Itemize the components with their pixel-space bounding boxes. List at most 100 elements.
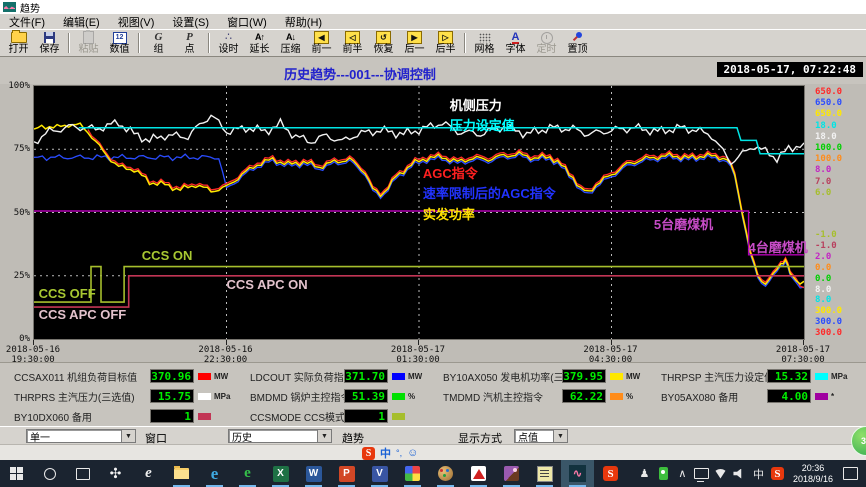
legend-tag-label: BY05AX080 备用 <box>661 389 767 404</box>
chevron-down-icon[interactable]: ▼ <box>553 430 567 442</box>
legend-item: BY10AX050 发电机功率(三 …379.95MW <box>443 368 648 384</box>
toolbar-button-恢复[interactable]: ↺恢复 <box>368 31 399 55</box>
sogou-tray-icon[interactable]: S <box>768 460 787 487</box>
toolbar-separator <box>68 33 70 53</box>
legend-unit-label: MPa <box>831 372 853 381</box>
toolbar-button-字体[interactable]: A字体 <box>500 31 531 55</box>
powerpoint-icon[interactable]: P <box>330 460 363 487</box>
sogou-app-icon[interactable]: S <box>594 460 627 487</box>
pinwheel-app-icon[interactable]: ✣ <box>99 460 132 487</box>
ime-punct-toggle[interactable]: °, <box>396 448 402 458</box>
tray-expand-icon[interactable]: ∧ <box>673 460 692 487</box>
ie-browser-icon[interactable]: e <box>132 460 165 487</box>
legend-item: THRPSP 主汽压力设定值15.32MPa <box>661 368 853 384</box>
right-scale-min: 300.0 <box>815 306 865 317</box>
excel-icon[interactable]: X <box>264 460 297 487</box>
mode-combo[interactable]: 单一 ▼ <box>26 429 136 443</box>
toolbar-button-置顶[interactable]: 置顶 <box>562 31 593 55</box>
trend-plot[interactable]: 机侧压力压力设定值AGC指令速率限制后的AGC指令实发功率5台磨煤机4台磨煤机C… <box>33 85 805 340</box>
chevron-down-icon[interactable]: ▼ <box>121 430 135 442</box>
legend-value-box: 62.22 <box>562 389 606 403</box>
menu-bar: 文件(F)编辑(E)视图(V)设置(S)窗口(W)帮助(H) <box>0 14 866 29</box>
chevron-down-icon[interactable]: ▼ <box>317 430 331 442</box>
toolbar-button-延长[interactable]: A↑延长 <box>244 31 275 55</box>
right-scale-min: -1.0 <box>815 241 865 252</box>
toolbar-button-前一[interactable]: ◀前一 <box>306 31 337 55</box>
legend-item: LDCOUT 实际负荷指令371.70MW <box>250 368 430 384</box>
toolbar-button-后一[interactable]: ▶后一 <box>399 31 430 55</box>
toolbar-button-定时: 定时 <box>531 31 562 55</box>
legend-item: THRPRS 主汽压力(三选值)15.75MPa <box>14 388 236 404</box>
menu-item-4[interactable]: 窗口(W) <box>218 14 276 30</box>
right-scale-max: 650.0 <box>815 87 865 98</box>
app-window: 趋势 文件(F)编辑(E)视图(V)设置(S)窗口(W)帮助(H) 打开保存粘贴… <box>0 0 866 487</box>
search-icon[interactable] <box>33 460 66 487</box>
menu-item-0[interactable]: 文件(F) <box>0 14 54 30</box>
toolbar-button-网格[interactable]: 网格 <box>469 31 500 55</box>
red-triangle-app-icon[interactable] <box>462 460 495 487</box>
visio-icon[interactable]: V <box>363 460 396 487</box>
start-button[interactable] <box>0 460 33 487</box>
plot-label-10: CCS APC OFF <box>39 307 127 322</box>
task-view-icon[interactable] <box>66 460 99 487</box>
ime-bar[interactable]: S 中 °, ☺ <box>362 446 418 460</box>
clock-time: 20:36 <box>793 463 833 474</box>
x-axis-date: 2018-05-16 <box>0 345 78 355</box>
paint-app-icon[interactable] <box>429 460 462 487</box>
toolbar-button-设时[interactable]: ∴设时 <box>213 31 244 55</box>
colorful-app-icon[interactable] <box>396 460 429 487</box>
toolbar-button-label: 设时 <box>219 44 239 55</box>
file-explorer-icon[interactable] <box>165 460 198 487</box>
legend-value-box: 51.39 <box>344 389 388 403</box>
legend-tag-label: TMDMD 汽机主控指令 <box>443 389 562 404</box>
word-icon[interactable]: W <box>297 460 330 487</box>
toolbar-button-数值[interactable]: 12数值 <box>104 31 135 55</box>
menu-item-1[interactable]: 编辑(E) <box>54 14 109 30</box>
schedule-app-icon[interactable] <box>528 460 561 487</box>
usb-safe-remove-icon[interactable] <box>654 460 673 487</box>
notification-center-icon[interactable] <box>843 467 858 480</box>
source-combo-value: 历史 <box>229 429 317 444</box>
volume-icon[interactable] <box>730 460 749 487</box>
legend-color-swatch <box>392 373 405 380</box>
menu-item-5[interactable]: 帮助(H) <box>276 14 331 30</box>
menu-item-3[interactable]: 设置(S) <box>163 14 218 30</box>
ime-emoji-icon[interactable]: ☺ <box>407 447 418 459</box>
toolbar-button-前半[interactable]: ◁前半 <box>337 31 368 55</box>
toolbar-button-组[interactable]: G组 <box>143 31 174 55</box>
right-scale-max: 6.0 <box>815 188 865 199</box>
picture-app-icon[interactable] <box>495 460 528 487</box>
sogou-logo-icon[interactable]: S <box>362 447 375 460</box>
control-bar: 单一 ▼ 窗口 历史 ▼ 趋势 显示方式 点值 ▼ <box>0 426 866 444</box>
taskbar-clock[interactable]: 20:362018/9/16 <box>787 463 839 485</box>
toolbar-button-压缩[interactable]: A↓压缩 <box>275 31 306 55</box>
people-tray-icon[interactable]: ♟ <box>635 460 654 487</box>
green-browser-icon[interactable]: e <box>231 460 264 487</box>
chart-header: 历史趋势---001---协调控制 2018-05-17, 07:22:48 <box>0 57 866 84</box>
toolbar-button-保存[interactable]: 保存 <box>34 31 65 55</box>
legend-value-box: 370.96 <box>150 369 194 383</box>
menu-item-2[interactable]: 视图(V) <box>109 14 164 30</box>
toolbar-button-label: 置顶 <box>568 44 588 55</box>
ime-lang-icon[interactable]: 中 <box>749 460 768 487</box>
restore-icon: ↺ <box>376 31 391 44</box>
y-axis-tick: 75% <box>0 144 30 154</box>
x-axis-date: 2018-05-17 <box>566 345 656 355</box>
toolbar-button-label: 点 <box>185 44 195 55</box>
toolbar-button-label: 延长 <box>250 44 270 55</box>
wifi-icon[interactable] <box>711 460 730 487</box>
point-icon: P <box>186 31 193 44</box>
source-combo[interactable]: 历史 ▼ <box>228 429 332 443</box>
title-bar: 趋势 <box>0 0 866 14</box>
ime-lang-toggle[interactable]: 中 <box>380 445 391 461</box>
chart-zone: 机侧压力压力设定值AGC指令速率限制后的AGC指令实发功率5台磨煤机4台磨煤机C… <box>0 84 866 362</box>
display-tray-icon[interactable] <box>692 460 711 487</box>
edge-browser-icon[interactable]: e <box>198 460 231 487</box>
toolbar-button-打开[interactable]: 打开 <box>3 31 34 55</box>
system-tray: ♟ ∧ 中S20:362018/9/16 <box>635 460 866 487</box>
toolbar-button-点[interactable]: P点 <box>174 31 205 55</box>
display-combo[interactable]: 点值 ▼ <box>514 429 568 443</box>
toolbar-button-后半[interactable]: ▷后半 <box>430 31 461 55</box>
plot-label-1: 压力设定值 <box>450 115 515 134</box>
trend-app-icon[interactable]: ∿ <box>561 460 594 487</box>
